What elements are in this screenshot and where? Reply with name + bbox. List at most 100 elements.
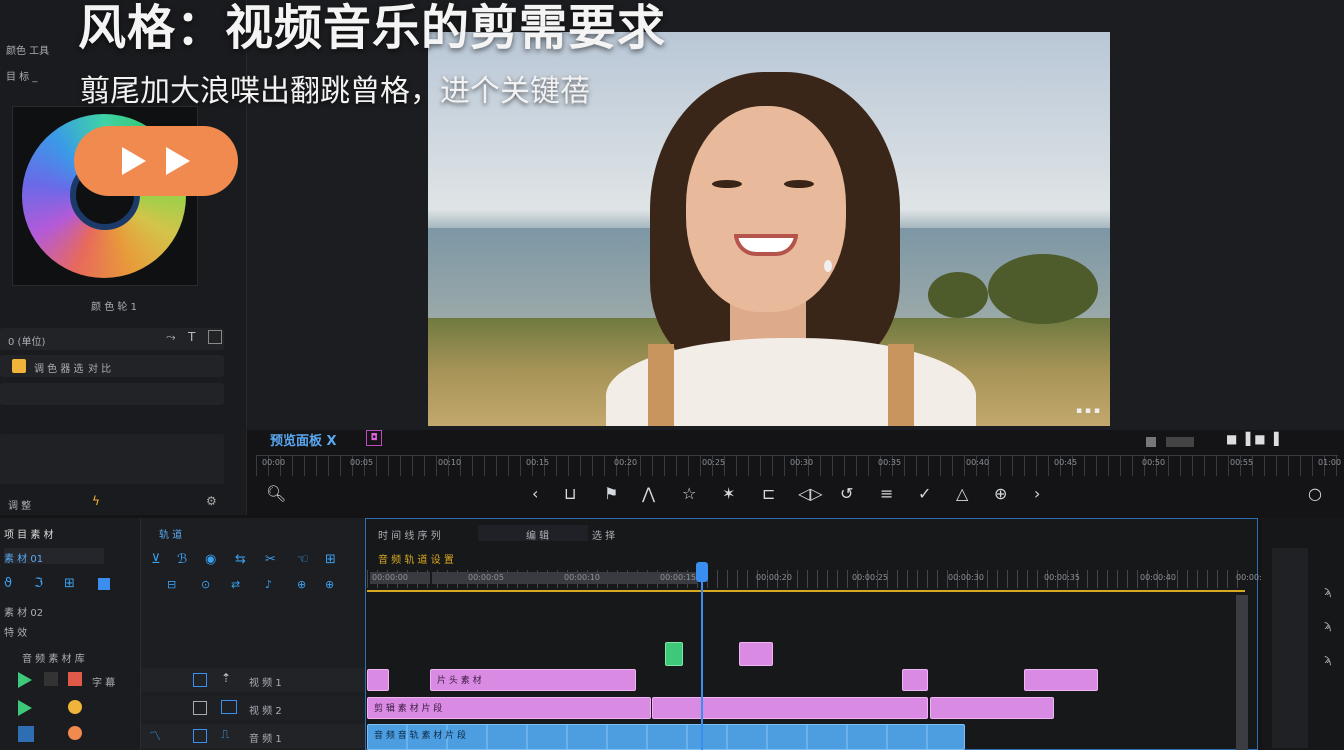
- link-icon[interactable]: ◉: [205, 552, 216, 567]
- bracket-icon[interactable]: ⊔: [564, 484, 576, 503]
- playhead-handle[interactable]: [696, 562, 708, 582]
- check-icon[interactable]: ✓: [918, 484, 931, 503]
- select-icon[interactable]: ⊻: [151, 552, 161, 567]
- track-row-video2[interactable]: 视 频 2: [141, 696, 365, 720]
- star-icon[interactable]: ☆: [682, 484, 696, 503]
- clip[interactable]: 片 头 素 材: [430, 669, 636, 691]
- slip-icon[interactable]: ⇆: [235, 552, 246, 567]
- clip[interactable]: [739, 642, 773, 666]
- square-icon[interactable]: [1146, 437, 1156, 447]
- track-sync-icon[interactable]: ⇄: [231, 578, 240, 591]
- track-mute-icon[interactable]: ♪: [265, 578, 272, 591]
- clip[interactable]: [367, 669, 389, 691]
- track-row-video1[interactable]: ⇡ 视 频 1: [141, 668, 365, 692]
- track-add-icon[interactable]: ⊕: [325, 578, 334, 591]
- grid-icon[interactable]: ⊞: [64, 576, 75, 591]
- media-item[interactable]: 音 频 素 材 库: [22, 650, 85, 665]
- preview-ruler-label: 01:00: [1318, 458, 1342, 467]
- track-eye-icon[interactable]: ⊙: [201, 578, 210, 591]
- media-item[interactable]: 素 材 02: [4, 604, 43, 619]
- slider-row[interactable]: [0, 383, 224, 405]
- track-target-icon[interactable]: [193, 729, 207, 743]
- track-row-audio1[interactable]: 〽 ⎍ 音 频 1: [141, 724, 365, 748]
- timeline-ruler-label: 00:00:30: [948, 573, 984, 582]
- marker-icon[interactable]: ◘: [366, 430, 382, 446]
- clip[interactable]: [652, 697, 928, 719]
- track-label: 视 频 1: [249, 678, 282, 689]
- media-toggle[interactable]: [98, 578, 110, 590]
- media-item[interactable]: 特 效: [4, 624, 27, 639]
- track-route-icon[interactable]: ⎍: [221, 727, 229, 742]
- text-icon[interactable]: T: [188, 330, 195, 344]
- track-monitor-icon[interactable]: [221, 700, 237, 714]
- marker-icon[interactable]: ⚑: [604, 484, 618, 503]
- track-lock-icon[interactable]: ⊟: [167, 578, 176, 591]
- eyedropper-icon[interactable]: ⤳: [166, 330, 176, 345]
- box-icon[interactable]: [208, 330, 222, 344]
- effect-icon[interactable]: ℑ: [34, 576, 43, 591]
- playhead[interactable]: [701, 568, 703, 750]
- clip[interactable]: 剪 辑 素 材 片 段: [367, 697, 651, 719]
- caption-icon[interactable]: ⊏: [762, 484, 775, 503]
- chevron-right-icon[interactable]: ›: [1034, 484, 1040, 503]
- trim-icon[interactable]: ⋀: [642, 484, 655, 503]
- work-area-bar[interactable]: [367, 590, 1245, 592]
- settings-icon[interactable]: ⚙: [206, 494, 217, 508]
- audio-wave-icon[interactable]: 〽: [149, 727, 161, 744]
- play-icon[interactable]: [18, 672, 32, 688]
- clip[interactable]: [1024, 669, 1098, 691]
- preset-label: 调 色 器 选: [34, 364, 84, 375]
- media-header: 项 目 素 材: [4, 530, 54, 541]
- clip[interactable]: [930, 697, 1054, 719]
- clip-label: 剪 辑 素 材 片 段: [374, 704, 443, 714]
- preview-header[interactable]: 预览面板 X: [270, 430, 337, 449]
- mask-icon[interactable]: △: [956, 484, 968, 503]
- play-icon[interactable]: [18, 700, 32, 716]
- track-target-icon[interactable]: [193, 701, 207, 715]
- track-solo-icon[interactable]: ⊕: [297, 578, 306, 591]
- clip[interactable]: [665, 642, 683, 666]
- play-badge-icon[interactable]: [74, 126, 238, 196]
- timeline-ruler-label: 00:00:40: [1140, 573, 1176, 582]
- chevron-left-icon[interactable]: ‹: [532, 484, 538, 503]
- hand-icon[interactable]: ☜: [297, 552, 309, 567]
- adjust-icon[interactable]: ϡ: [1324, 618, 1332, 632]
- timeline-ruler-label: 00:00:00: [372, 573, 408, 582]
- cut-icon[interactable]: ϑ: [4, 576, 12, 591]
- stop-icon[interactable]: [44, 672, 58, 686]
- loop-icon[interactable]: ↺: [840, 484, 853, 503]
- magic-icon[interactable]: ✶: [722, 484, 735, 503]
- view-icons[interactable]: ■ ▐ ■ ▐: [1226, 432, 1279, 446]
- wrench-icon[interactable]: ϡ: [1324, 584, 1332, 598]
- circle-icon[interactable]: ○: [1308, 484, 1322, 503]
- select-label[interactable]: 选 择: [592, 527, 615, 542]
- preview-ruler-label: 00:40: [966, 458, 990, 467]
- crosshair-icon[interactable]: ⊕: [994, 484, 1007, 503]
- color-icon[interactable]: [68, 726, 82, 740]
- track-target-icon[interactable]: [193, 673, 207, 687]
- search-icon[interactable]: 🔍︎: [266, 484, 286, 503]
- fx-icon[interactable]: [18, 726, 34, 742]
- record-icon[interactable]: [68, 672, 82, 686]
- edit-label[interactable]: 编 辑: [526, 527, 549, 542]
- zoom-icon[interactable]: ⊞: [325, 552, 336, 567]
- panel-label: 颜色 工具: [6, 46, 50, 57]
- media-item[interactable]: 素 材 01: [4, 550, 43, 565]
- preset-row[interactable]: 调 色 器 选 对 比: [0, 355, 224, 377]
- timeline-sublabel: 音 频 轨 道 设 置: [378, 555, 454, 566]
- clip[interactable]: [902, 669, 928, 691]
- timeline-ruler-label: 00:00:10: [564, 573, 600, 582]
- level-icon[interactable]: ϡ: [1324, 652, 1332, 666]
- audio-clip[interactable]: 音 频 音 轨 素 材 片 段: [367, 724, 965, 750]
- dropdown-icon[interactable]: [1166, 437, 1194, 447]
- timeline-scrollbar[interactable]: [1236, 595, 1248, 750]
- ripple-icon[interactable]: ℬ: [177, 552, 187, 567]
- lightning-icon[interactable]: ϟ: [92, 494, 100, 508]
- face: [686, 106, 846, 312]
- split-icon[interactable]: ◁▷: [798, 484, 823, 503]
- razor-icon[interactable]: ✂: [265, 552, 276, 567]
- text-icon[interactable]: ≡: [880, 484, 893, 503]
- audio-icon[interactable]: [68, 700, 82, 714]
- track-fx-icon[interactable]: ⇡: [221, 671, 231, 685]
- curve-area[interactable]: [0, 434, 224, 484]
